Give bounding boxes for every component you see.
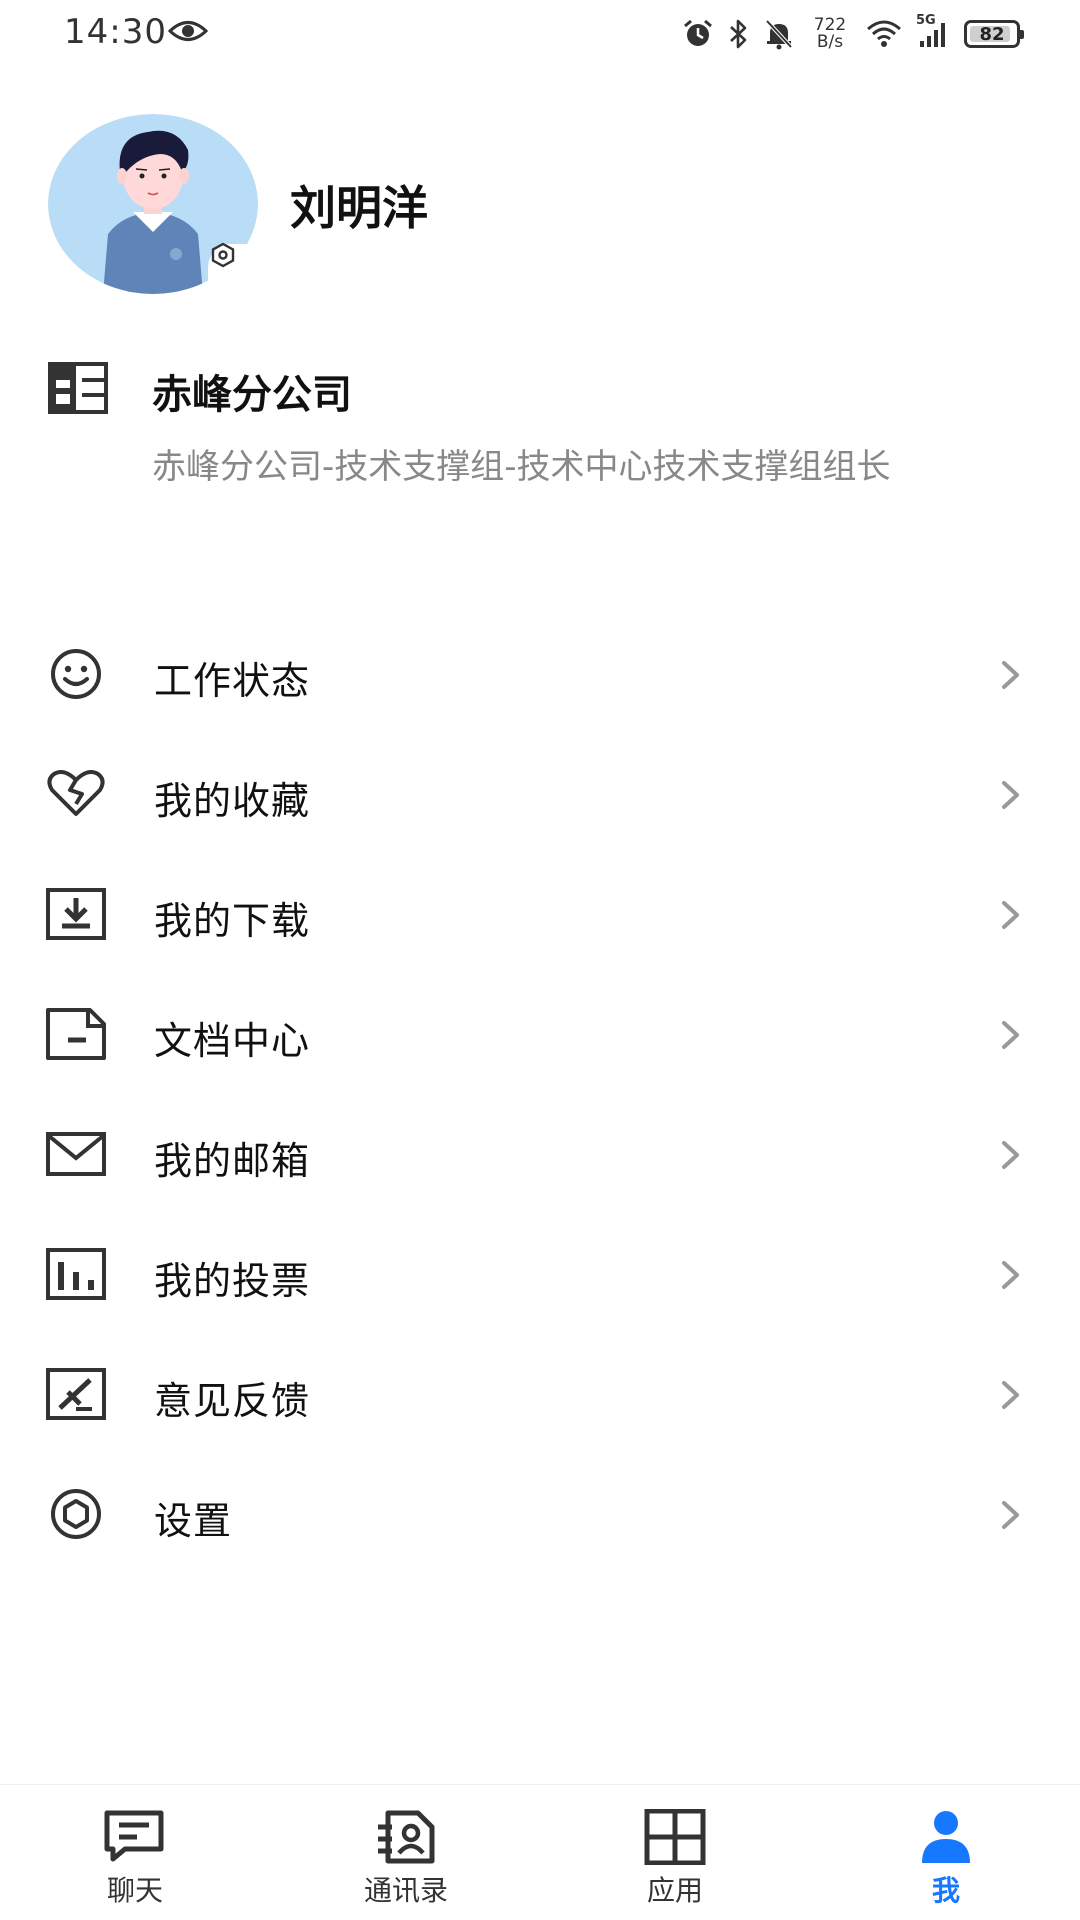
nav-label: 应用 — [646, 1874, 703, 1907]
status-time: 14:30 — [64, 12, 167, 52]
eye-icon — [167, 16, 209, 46]
menu-item-label: 我的下载 — [154, 899, 311, 943]
building-icon — [48, 362, 108, 414]
menu-item-favorites[interactable]: 我的收藏 — [0, 734, 1080, 854]
menu-item-feedback[interactable]: 意见反馈 — [0, 1334, 1080, 1454]
chevron-right-icon — [1002, 661, 1019, 689]
net-speed: 722 B/s — [808, 17, 852, 51]
nav-tab-chat[interactable]: 聊天 — [0, 1785, 270, 1920]
battery-icon: 82 — [964, 20, 1024, 48]
avatar-badge-icon — [211, 242, 235, 268]
chevron-right-icon — [1002, 1501, 1019, 1529]
download-icon — [46, 888, 110, 940]
menu-item-settings[interactable]: 设置 — [0, 1454, 1080, 1574]
status-bar: 14:30 722 B/s 5G 82 — [0, 0, 1080, 70]
network-type: 5G — [916, 13, 936, 28]
chevron-right-icon — [1002, 1141, 1019, 1169]
chat-icon — [103, 1809, 167, 1865]
chevron-right-icon — [1002, 1261, 1019, 1289]
document-icon — [46, 1008, 110, 1060]
nav-tab-contacts[interactable]: 通讯录 — [270, 1785, 540, 1920]
alarm-icon — [682, 18, 714, 50]
nav-label: 通讯录 — [363, 1874, 448, 1907]
chevron-right-icon — [1002, 1021, 1019, 1049]
user-name: 刘明洋 — [290, 181, 428, 235]
status-icons: 722 B/s 5G 82 — [682, 13, 1024, 54]
menu-item-label: 意见反馈 — [154, 1379, 311, 1423]
menu-list: 工作状态 我的收藏 我的下载 文档中心 我的邮箱 我的投票 意见反馈 设置 — [0, 614, 1080, 1574]
feedback-icon — [46, 1368, 110, 1420]
menu-item-label: 我的收藏 — [154, 779, 311, 823]
profile-header[interactable]: 刘明洋 — [48, 114, 1032, 294]
vote-chart-icon — [46, 1248, 110, 1300]
nav-label: 聊天 — [106, 1874, 163, 1907]
bluetooth-icon — [728, 18, 750, 50]
chevron-right-icon — [1002, 1381, 1019, 1409]
contacts-icon — [374, 1809, 438, 1865]
menu-item-label: 我的邮箱 — [154, 1139, 311, 1183]
mail-icon — [46, 1128, 110, 1180]
nav-tab-me[interactable]: 我 — [810, 1785, 1080, 1920]
menu-item-downloads[interactable]: 我的下载 — [0, 854, 1080, 974]
battery-level: 82 — [979, 23, 1005, 45]
menu-item-label: 文档中心 — [154, 1019, 311, 1063]
menu-item-label: 工作状态 — [154, 659, 311, 703]
avatar[interactable] — [48, 114, 258, 294]
nav-label: 我 — [931, 1874, 960, 1907]
menu-item-votes[interactable]: 我的投票 — [0, 1214, 1080, 1334]
menu-item-mailbox[interactable]: 我的邮箱 — [0, 1094, 1080, 1214]
nav-tab-apps[interactable]: 应用 — [540, 1785, 810, 1920]
user-icon — [914, 1809, 978, 1865]
heart-icon — [46, 768, 110, 820]
organization-name: 赤峰分公司 — [152, 372, 352, 418]
menu-item-work-status[interactable]: 工作状态 — [0, 614, 1080, 734]
menu-item-label: 我的投票 — [154, 1259, 311, 1303]
signal-icon: 5G — [916, 13, 950, 49]
chevron-right-icon — [1002, 901, 1019, 929]
settings-icon — [46, 1488, 110, 1540]
mute-icon — [764, 18, 794, 50]
wifi-icon — [866, 19, 902, 49]
chevron-right-icon — [1002, 781, 1019, 809]
smile-icon — [46, 648, 110, 700]
menu-item-label: 设置 — [154, 1499, 233, 1543]
apps-grid-icon — [643, 1809, 707, 1865]
net-speed-unit: B/s — [816, 32, 844, 52]
bottom-nav: 聊天 通讯录 应用 我 — [0, 1784, 1080, 1920]
organization-department: 赤峰分公司-技术支撑组-技术中心技术支撑组组长 — [152, 447, 891, 487]
menu-item-document-center[interactable]: 文档中心 — [0, 974, 1080, 1094]
